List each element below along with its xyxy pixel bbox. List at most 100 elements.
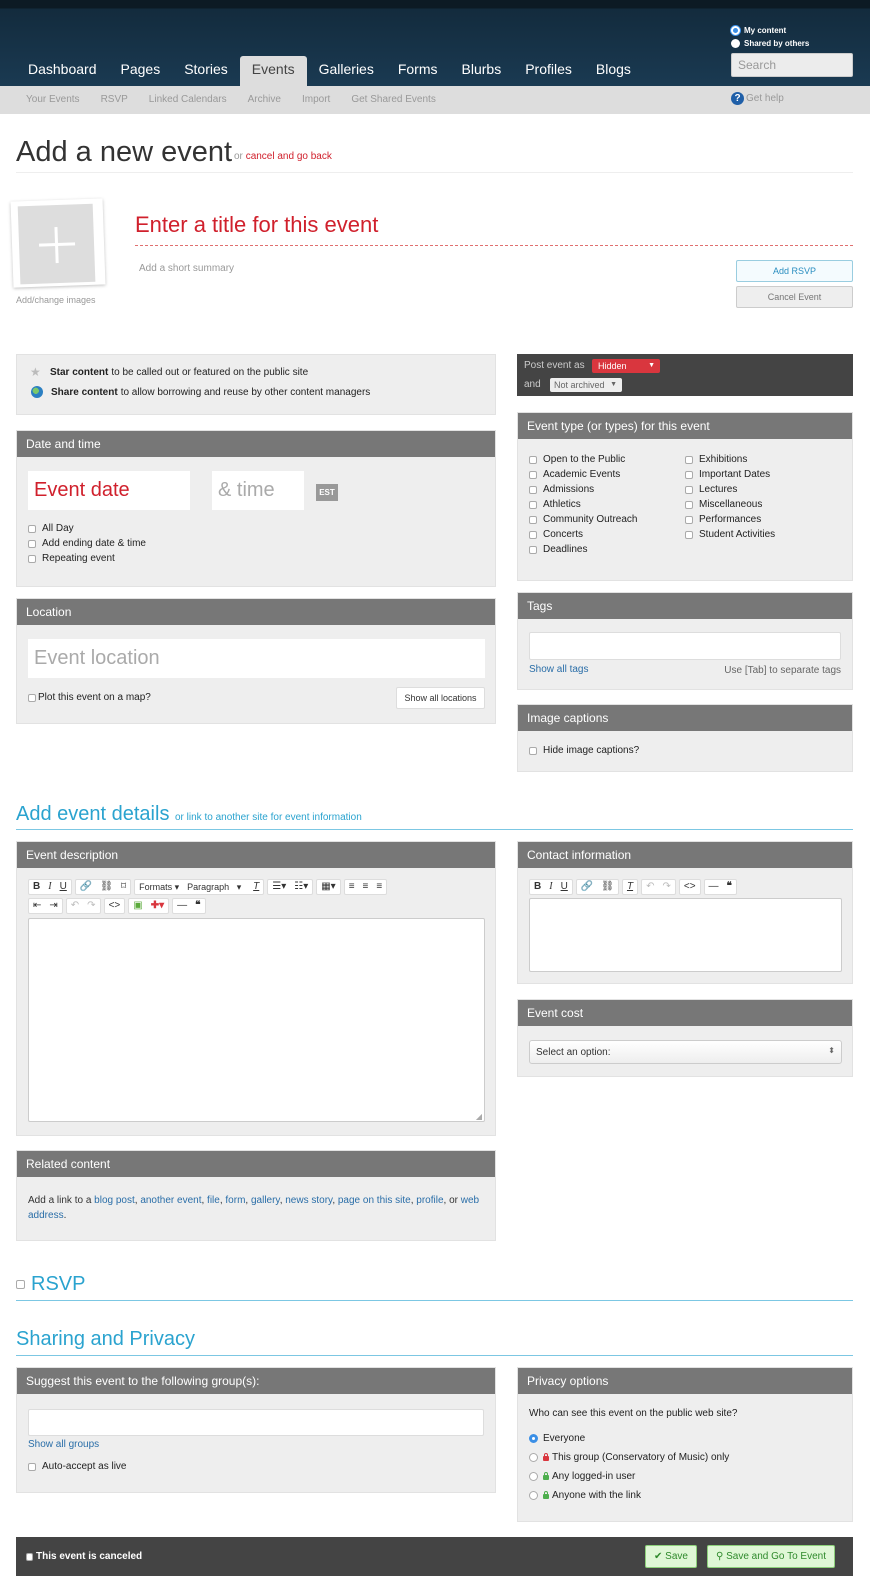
table-icon[interactable]: ▦▾ <box>317 880 339 894</box>
nav-tab-blogs[interactable]: Blogs <box>584 56 643 86</box>
radio-icon[interactable] <box>731 39 740 48</box>
paragraph-dropdown[interactable]: Paragraph ▾ <box>183 880 249 894</box>
summary-input[interactable]: Add a short summary <box>139 263 234 274</box>
event-type-checkbox[interactable]: Lectures <box>685 482 775 497</box>
undo-icon[interactable]: ↶ <box>67 899 83 913</box>
share-content-row[interactable]: Share content to allow borrowing and reu… <box>30 386 370 398</box>
add-change-images-label[interactable]: Add/change images <box>16 295 96 305</box>
related-link-event[interactable]: another event <box>140 1195 201 1206</box>
event-type-checkbox[interactable]: Exhibitions <box>685 452 775 467</box>
nav-tab-events[interactable]: Events <box>239 56 307 86</box>
related-link-profile[interactable]: profile <box>416 1195 443 1206</box>
star-icon[interactable]: ★ <box>30 365 44 379</box>
globe-icon[interactable] <box>31 386 43 398</box>
link-icon[interactable]: 🔗 <box>577 880 597 894</box>
plot-map-checkbox[interactable]: Plot this event on a map? <box>28 690 151 705</box>
clear-format-icon[interactable]: T <box>623 880 637 894</box>
align-center-icon[interactable]: ≡ <box>359 880 373 894</box>
subnav-your-events[interactable]: Your Events <box>26 94 80 105</box>
nav-tab-forms[interactable]: Forms <box>386 56 450 86</box>
blockquote-icon[interactable]: ❝ <box>191 899 204 913</box>
rsvp-checkbox[interactable] <box>16 1280 25 1289</box>
nav-tab-pages[interactable]: Pages <box>109 56 173 86</box>
radio-selected-icon[interactable] <box>731 26 740 35</box>
privacy-option-link[interactable]: Anyone with the link <box>529 1486 729 1505</box>
related-link-blog-post[interactable]: blog post <box>94 1195 135 1206</box>
event-date-input[interactable]: Event date <box>28 471 190 510</box>
bookmark-icon[interactable]: ⌑ <box>117 880 130 894</box>
subnav-get-shared-events[interactable]: Get Shared Events <box>351 94 436 105</box>
insert-plus-icon[interactable]: ✚▾ <box>147 899 168 913</box>
redo-icon[interactable]: ↷ <box>83 899 99 913</box>
resize-handle-icon[interactable]: ◢ <box>476 1112 482 1121</box>
event-type-checkbox[interactable]: Concerts <box>529 527 637 542</box>
event-type-checkbox[interactable]: Deadlines <box>529 542 637 557</box>
related-link-news-story[interactable]: news story <box>285 1195 332 1206</box>
link-icon[interactable]: 🔗 <box>76 880 96 894</box>
auto-accept-checkbox[interactable]: Auto-accept as live <box>28 1459 127 1474</box>
outdent-icon[interactable]: ⇤ <box>29 899 45 913</box>
event-title-input[interactable]: Enter a title for this event <box>135 208 853 246</box>
align-left-icon[interactable]: ≡ <box>345 880 359 894</box>
privacy-option-everyone[interactable]: Everyone <box>529 1429 729 1448</box>
related-link-file[interactable]: file <box>207 1195 220 1206</box>
description-editor[interactable]: ◢ <box>28 918 485 1122</box>
italic-button[interactable]: I <box>44 880 55 894</box>
horizontal-rule-icon[interactable]: — <box>705 880 723 894</box>
search-input[interactable]: Search <box>731 53 853 77</box>
status-select[interactable]: Hidden ▼ <box>592 359 660 373</box>
event-type-checkbox[interactable]: Performances <box>685 512 775 527</box>
repeating-event-checkbox[interactable]: Repeating event <box>28 551 146 566</box>
tags-input[interactable] <box>529 632 841 660</box>
event-type-checkbox[interactable]: Student Activities <box>685 527 775 542</box>
redo-icon[interactable]: ↷ <box>658 880 674 894</box>
nav-tab-dashboard[interactable]: Dashboard <box>16 56 109 86</box>
subnav-linked-calendars[interactable]: Linked Calendars <box>149 94 227 105</box>
archive-select[interactable]: Not archived ▼ <box>550 378 622 392</box>
event-type-checkbox[interactable]: Academic Events <box>529 467 637 482</box>
show-all-tags-link[interactable]: Show all tags <box>529 664 588 675</box>
code-icon[interactable]: <> <box>680 880 700 894</box>
code-icon[interactable]: <> <box>105 899 125 913</box>
save-and-go-button[interactable]: ⚲ Save and Go To Event <box>707 1545 835 1568</box>
link-another-site[interactable]: or link to another site for event inform… <box>175 812 362 823</box>
clear-format-icon[interactable]: T <box>249 880 263 894</box>
cancel-event-button[interactable]: Cancel Event <box>736 286 853 308</box>
unlink-icon[interactable]: ⛓ <box>597 880 618 894</box>
related-link-form[interactable]: form <box>225 1195 245 1206</box>
italic-button[interactable]: I <box>545 880 556 894</box>
radio-selected-icon[interactable] <box>529 1434 538 1443</box>
nav-tab-galleries[interactable]: Galleries <box>307 56 386 86</box>
indent-icon[interactable]: ⇥ <box>45 899 61 913</box>
related-link-gallery[interactable]: gallery <box>251 1195 280 1206</box>
event-type-checkbox[interactable]: Community Outreach <box>529 512 637 527</box>
privacy-option-logged-in[interactable]: Any logged-in user <box>529 1467 729 1486</box>
groups-input[interactable] <box>28 1409 484 1436</box>
all-day-checkbox[interactable]: All Day <box>28 521 146 536</box>
event-type-checkbox[interactable]: Admissions <box>529 482 637 497</box>
underline-button[interactable]: U <box>56 880 71 894</box>
image-icon[interactable]: ▣ <box>129 899 146 913</box>
subnav-rsvp[interactable]: RSVP <box>101 94 128 105</box>
blockquote-icon[interactable]: ❝ <box>723 880 736 894</box>
nav-tab-stories[interactable]: Stories <box>172 56 240 86</box>
undo-icon[interactable]: ↶ <box>642 880 658 894</box>
get-help-link[interactable]: ? Get help <box>731 92 784 105</box>
related-link-page[interactable]: page on this site <box>338 1195 411 1206</box>
privacy-option-group-only[interactable]: This group (Conservatory of Music) only <box>529 1448 729 1467</box>
scope-shared-by-others[interactable]: Shared by others <box>731 37 809 50</box>
event-location-input[interactable]: Event location <box>28 639 485 678</box>
bullet-list-icon[interactable]: ☰▾ <box>268 880 290 894</box>
add-image-button[interactable] <box>10 198 106 288</box>
underline-button[interactable]: U <box>557 880 572 894</box>
scope-my-content[interactable]: My content <box>731 24 809 37</box>
cancel-and-go-back-link[interactable]: cancel and go back <box>246 151 332 162</box>
event-canceled-checkbox[interactable]: This event is canceled <box>26 1551 142 1562</box>
horizontal-rule-icon[interactable]: — <box>173 899 191 913</box>
nav-tab-profiles[interactable]: Profiles <box>513 56 584 86</box>
subnav-import[interactable]: Import <box>302 94 330 105</box>
bold-button[interactable]: B <box>29 880 44 894</box>
numbered-list-icon[interactable]: ☷▾ <box>290 880 312 894</box>
star-content-row[interactable]: ★ Star content to be called out or featu… <box>30 365 308 379</box>
nav-tab-blurbs[interactable]: Blurbs <box>450 56 514 86</box>
